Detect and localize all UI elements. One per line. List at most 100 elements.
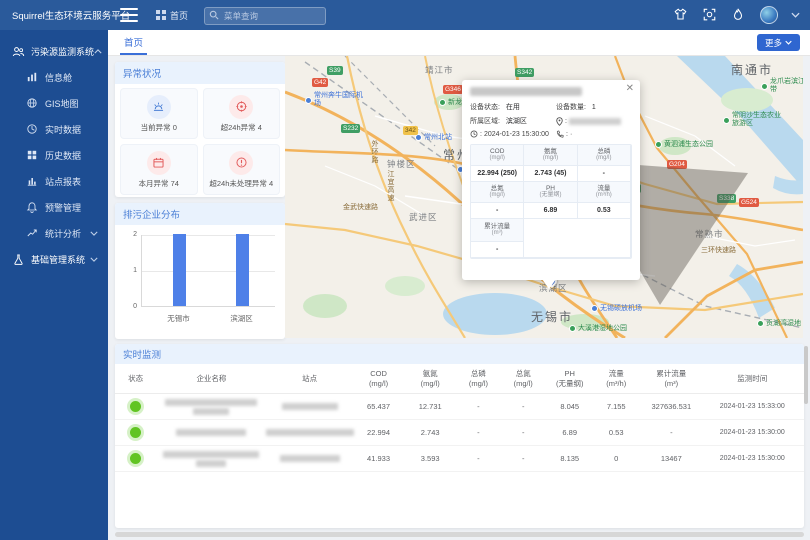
status-cell — [115, 401, 156, 412]
device-address-masked — [569, 118, 621, 125]
sidebar-item-statistics[interactable]: 统计分析 — [0, 220, 108, 246]
status-online-dot — [130, 401, 141, 412]
map-label: 钟楼区 — [387, 158, 416, 170]
column-header: 流量(m³/h) — [594, 369, 639, 388]
gis-map[interactable]: 常州市钟楼区武进区无锡市滨湖区南通市靖江市常熟市常州奔牛国际机场常州北站常州站无… — [285, 56, 803, 338]
vertical-scrollbar[interactable] — [804, 346, 808, 404]
trend-icon — [26, 227, 39, 240]
value-cell: 2.743 — [404, 428, 456, 437]
more-button[interactable]: 更多 — [757, 34, 800, 51]
road-badge: G42 — [312, 78, 328, 87]
map-label: 黄泗浦生态公园 — [655, 139, 713, 149]
search-input[interactable] — [204, 7, 326, 25]
column-header: PH(无量纲) — [546, 369, 594, 388]
map-label: 江宜高速 — [385, 170, 395, 202]
value-cell: 6.89 — [546, 428, 594, 437]
map-label: 常阴沙生态农业旅游区 — [723, 112, 784, 128]
table-row[interactable]: 22.9942.743--6.890.53-2024-01-23 15:30:0… — [115, 420, 804, 446]
metric-value: 0.53 — [578, 203, 631, 219]
horizontal-scrollbar[interactable] — [115, 532, 804, 537]
phone-icon — [556, 130, 564, 138]
panel-title: 异常状况 — [115, 62, 285, 84]
poi-green-marker-icon — [723, 117, 730, 124]
column-header: 总氮(mg/l) — [501, 369, 546, 388]
flame-icon[interactable] — [731, 7, 747, 23]
stat-over24h-unhandled[interactable]: 超24h未处理异常 4 — [203, 144, 281, 195]
chart-bar[interactable] — [236, 234, 249, 306]
device-region-label: 所属区域: — [470, 116, 500, 126]
sidebar-item-gis-map[interactable]: GIS地图 — [0, 90, 108, 116]
station-name-masked — [267, 403, 353, 410]
device-time-value: 2024-01-23 15:30:00 — [484, 131, 549, 138]
chart-bar[interactable] — [173, 234, 186, 306]
siren-icon — [147, 95, 171, 119]
map-label: 龙爪岩滨江风光带 — [761, 78, 803, 94]
value-cell: 12.731 — [404, 402, 456, 411]
avatar[interactable] — [760, 6, 778, 24]
sidebar-group-pollution-monitoring[interactable]: 污染源监测系统 — [0, 38, 108, 64]
stat-label: 本月异常 74 — [139, 178, 179, 189]
stat-month-abnormal[interactable]: 本月异常 74 — [120, 144, 198, 195]
panel-title: 实时监测 — [115, 344, 804, 364]
map-label: 金武快速路 — [343, 202, 378, 212]
value-cell: - — [501, 454, 546, 463]
device-region-value: 滨湖区 — [506, 116, 527, 126]
tab-home[interactable]: 首页 — [120, 30, 147, 55]
close-icon[interactable]: ✕ — [626, 84, 634, 94]
value-cell: 0 — [594, 454, 639, 463]
value-cell: 3.593 — [404, 454, 456, 463]
map-label: 南通市 — [731, 61, 773, 78]
realtime-table-header: 状态企业名称站点COD(mg/l)氨氮(mg/l)总磷(mg/l)总氮(mg/l… — [115, 364, 804, 394]
sidebar-item-history-data[interactable]: 历史数据 — [0, 142, 108, 168]
popup-metrics-table: COD(mg/l) 氨氮(mg/l) 总磷(mg/l) 22.994 (250)… — [470, 144, 632, 259]
poi-green-marker-icon — [439, 99, 446, 106]
value-cell: 8.045 — [546, 402, 594, 411]
grid-squares-icon — [26, 149, 39, 162]
stat-current-abnormal[interactable]: 当前异常 0 — [120, 88, 198, 139]
breadcrumb-home[interactable]: 首页 — [156, 9, 188, 22]
column-header: COD(mg/l) — [353, 369, 405, 388]
device-count-label: 设备数量: — [556, 102, 586, 112]
poi-green-marker-icon — [655, 141, 662, 148]
target-icon — [229, 95, 253, 119]
masked-text — [280, 455, 340, 462]
map-label: 贡湖湾湿地 — [757, 318, 801, 328]
map-label: 大溪港湿地公园 — [569, 323, 627, 333]
theme-skin-icon[interactable] — [673, 7, 689, 23]
column-header: 总磷(mg/l) — [456, 369, 501, 388]
map-label: 三环快速路 — [701, 245, 736, 255]
sidebar-item-label: 站点报表 — [45, 175, 81, 188]
sidebar-group-base-management[interactable]: 基础管理系统 — [0, 246, 108, 272]
table-row[interactable]: 65.43712.731--8.0457.155327636.5312024-0… — [115, 394, 804, 420]
metric-value: 22.994 (250) — [471, 166, 524, 182]
flask-icon — [12, 253, 25, 266]
popup-tail — [542, 279, 556, 289]
value-cell: - — [639, 428, 704, 437]
metric-value: 2.743 (45) — [524, 166, 577, 182]
table-row[interactable]: 41.9333.593--8.1350134672024-01-23 15:30… — [115, 446, 804, 472]
status-cell — [115, 453, 156, 464]
user-chevron-down-icon[interactable] — [791, 12, 800, 18]
poi-green-marker-icon — [569, 325, 576, 332]
sidebar-item-info-cabin[interactable]: 信息舱 — [0, 64, 108, 90]
app-logo: Squirrel生态环境云服务平台 — [0, 8, 112, 22]
metric-value: - — [578, 166, 631, 182]
chart-gridline — [142, 235, 275, 236]
hamburger-menu-icon[interactable] — [120, 8, 138, 22]
sidebar-item-realtime-data[interactable]: 实时数据 — [0, 116, 108, 142]
map-label: 靖江市 — [425, 64, 454, 76]
metric-value: 6.89 — [524, 203, 577, 219]
device-popup: ✕ 设备状态: 在用 设备数量: 1 所属区域: 滨湖区 : :2024-01-… — [462, 80, 640, 280]
sidebar-item-alert-management[interactable]: 预警管理 — [0, 194, 108, 220]
poi-green-marker-icon — [761, 83, 768, 90]
search-icon — [209, 10, 219, 20]
value-cell: - — [456, 428, 501, 437]
stat-over24h-abnormal[interactable]: 超24h异常 4 — [203, 88, 281, 139]
sidebar-item-station-report[interactable]: 站点报表 — [0, 168, 108, 194]
screenshot-icon[interactable] — [702, 7, 718, 23]
y-tick-label: 2 — [121, 231, 137, 238]
stat-label: 超24h未处理异常 4 — [209, 178, 273, 189]
column-header: 氨氮(mg/l) — [404, 369, 456, 388]
value-cell: 8.135 — [546, 454, 594, 463]
device-phone-value: · — [570, 131, 572, 138]
